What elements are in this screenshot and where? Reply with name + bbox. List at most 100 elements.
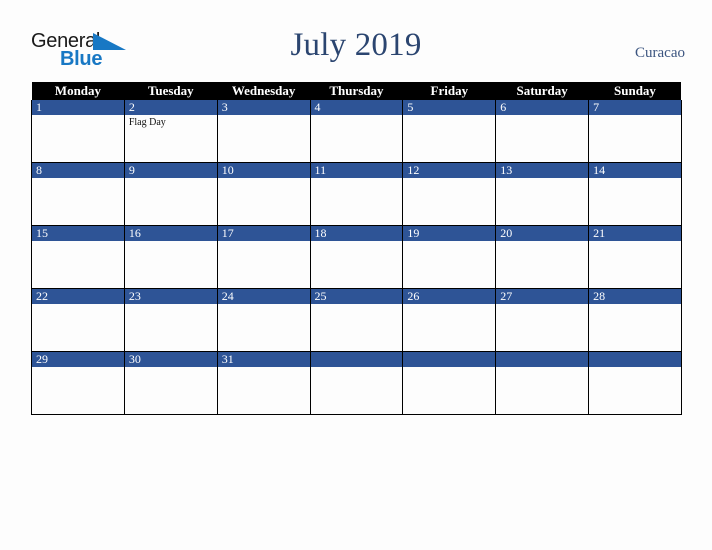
day-number: 1 (32, 100, 124, 115)
weekday-header-thursday: Thursday (310, 82, 403, 100)
day-events (496, 178, 588, 180)
day-number: 8 (32, 163, 124, 178)
day-events (403, 367, 495, 369)
day-events (32, 115, 124, 117)
calendar-day-cell[interactable]: 9 (123, 162, 218, 226)
day-number: 27 (496, 289, 589, 304)
calendar-container: Monday Tuesday Wednesday Thursday Friday Satu… (31, 82, 682, 415)
day-events (311, 367, 403, 369)
weekday-header-tuesday: Tuesday (124, 82, 218, 100)
calendar-day-cell[interactable]: 1 (31, 100, 125, 163)
calendar-day-cell[interactable]: 17 (216, 225, 311, 289)
calendar-day-cell[interactable]: 25 (309, 288, 404, 352)
day-number: 2 (124, 100, 217, 115)
day-events (496, 304, 588, 306)
calendar-empty-cell (402, 351, 497, 415)
day-number: 29 (32, 352, 124, 367)
calendar-week-row: 1 2 Flag Day 3 4 5 6 7 (31, 100, 682, 163)
day-events (125, 367, 217, 369)
day-number: 17 (217, 226, 310, 241)
calendar-empty-cell (495, 351, 590, 415)
calendar-day-cell[interactable]: 11 (309, 162, 404, 226)
day-events (403, 115, 495, 117)
calendar-body: 1 2 Flag Day 3 4 5 6 7 8 9 10 11 12 13 14 15 16 17 18 19 20 2… (31, 100, 682, 415)
calendar-week-row: 22 23 24 25 26 27 28 (31, 288, 682, 352)
calendar-day-cell[interactable]: 24 (216, 288, 311, 352)
calendar-week-row: 29 30 31 (31, 351, 682, 415)
day-events (32, 304, 124, 306)
day-number: 9 (124, 163, 217, 178)
calendar-day-cell[interactable]: 6 (495, 100, 590, 163)
calendar-day-cell[interactable]: 28 (588, 288, 682, 352)
day-events (125, 178, 217, 180)
day-number (589, 352, 681, 367)
day-events (125, 241, 217, 243)
calendar-day-cell[interactable]: 19 (402, 225, 497, 289)
day-number: 13 (496, 163, 589, 178)
calendar-day-cell[interactable]: 13 (495, 162, 590, 226)
locale-label: Curacao (635, 45, 685, 61)
calendar-day-cell[interactable]: 20 (495, 225, 590, 289)
day-number: 26 (403, 289, 496, 304)
day-events (589, 367, 681, 369)
day-events (496, 115, 588, 117)
day-events (311, 241, 403, 243)
day-events (589, 115, 681, 117)
day-events (218, 304, 310, 306)
day-number: 30 (124, 352, 217, 367)
calendar-header-row: Monday Tuesday Wednesday Thursday Friday Satu… (31, 82, 682, 100)
day-number: 7 (589, 100, 681, 115)
calendar-day-cell[interactable]: 23 (123, 288, 218, 352)
day-number: 28 (589, 289, 681, 304)
day-number: 20 (496, 226, 589, 241)
day-number: 11 (310, 163, 403, 178)
day-events (218, 367, 310, 369)
calendar-day-cell[interactable]: 21 (588, 225, 682, 289)
weekday-header-sunday: Sunday (588, 82, 682, 100)
calendar-day-cell[interactable]: 7 (588, 100, 682, 163)
day-number: 5 (403, 100, 496, 115)
day-number: 24 (217, 289, 310, 304)
day-events (589, 304, 681, 306)
day-number: 15 (32, 226, 124, 241)
calendar-day-cell[interactable]: 29 (31, 351, 125, 415)
day-number (496, 352, 589, 367)
calendar-day-cell[interactable]: 15 (31, 225, 125, 289)
day-events (311, 115, 403, 117)
calendar-day-cell[interactable]: 3 (216, 100, 311, 163)
calendar-day-cell[interactable]: 5 (402, 100, 497, 163)
weekday-header-saturday: Saturday (495, 82, 589, 100)
day-events (589, 178, 681, 180)
calendar-day-cell[interactable]: 16 (123, 225, 218, 289)
calendar-day-cell[interactable]: 30 (123, 351, 218, 415)
calendar-day-cell[interactable]: 2 Flag Day (123, 100, 218, 163)
calendar-day-cell[interactable]: 12 (402, 162, 497, 226)
calendar-day-cell[interactable]: 31 (216, 351, 311, 415)
day-events: Flag Day (125, 115, 217, 128)
calendar-day-cell[interactable]: 14 (588, 162, 682, 226)
calendar-day-cell[interactable]: 10 (216, 162, 311, 226)
day-events (218, 178, 310, 180)
day-number: 19 (403, 226, 496, 241)
calendar-empty-cell (588, 351, 682, 415)
weekday-header-friday: Friday (402, 82, 496, 100)
day-number: 23 (124, 289, 217, 304)
day-number: 18 (310, 226, 403, 241)
day-events (32, 367, 124, 369)
calendar-day-cell[interactable]: 18 (309, 225, 404, 289)
day-events (32, 178, 124, 180)
calendar-day-cell[interactable]: 26 (402, 288, 497, 352)
page-header: General Blue July 2019 Curacao (0, 0, 712, 80)
calendar-empty-cell (309, 351, 404, 415)
day-number: 14 (589, 163, 681, 178)
page-title: July 2019 (290, 27, 422, 63)
calendar-day-cell[interactable]: 8 (31, 162, 125, 226)
day-events (403, 304, 495, 306)
day-events (496, 367, 588, 369)
day-events (403, 241, 495, 243)
calendar-day-cell[interactable]: 4 (309, 100, 404, 163)
calendar-day-cell[interactable]: 27 (495, 288, 590, 352)
calendar-day-cell[interactable]: 22 (31, 288, 125, 352)
day-events (311, 304, 403, 306)
day-events (311, 178, 403, 180)
